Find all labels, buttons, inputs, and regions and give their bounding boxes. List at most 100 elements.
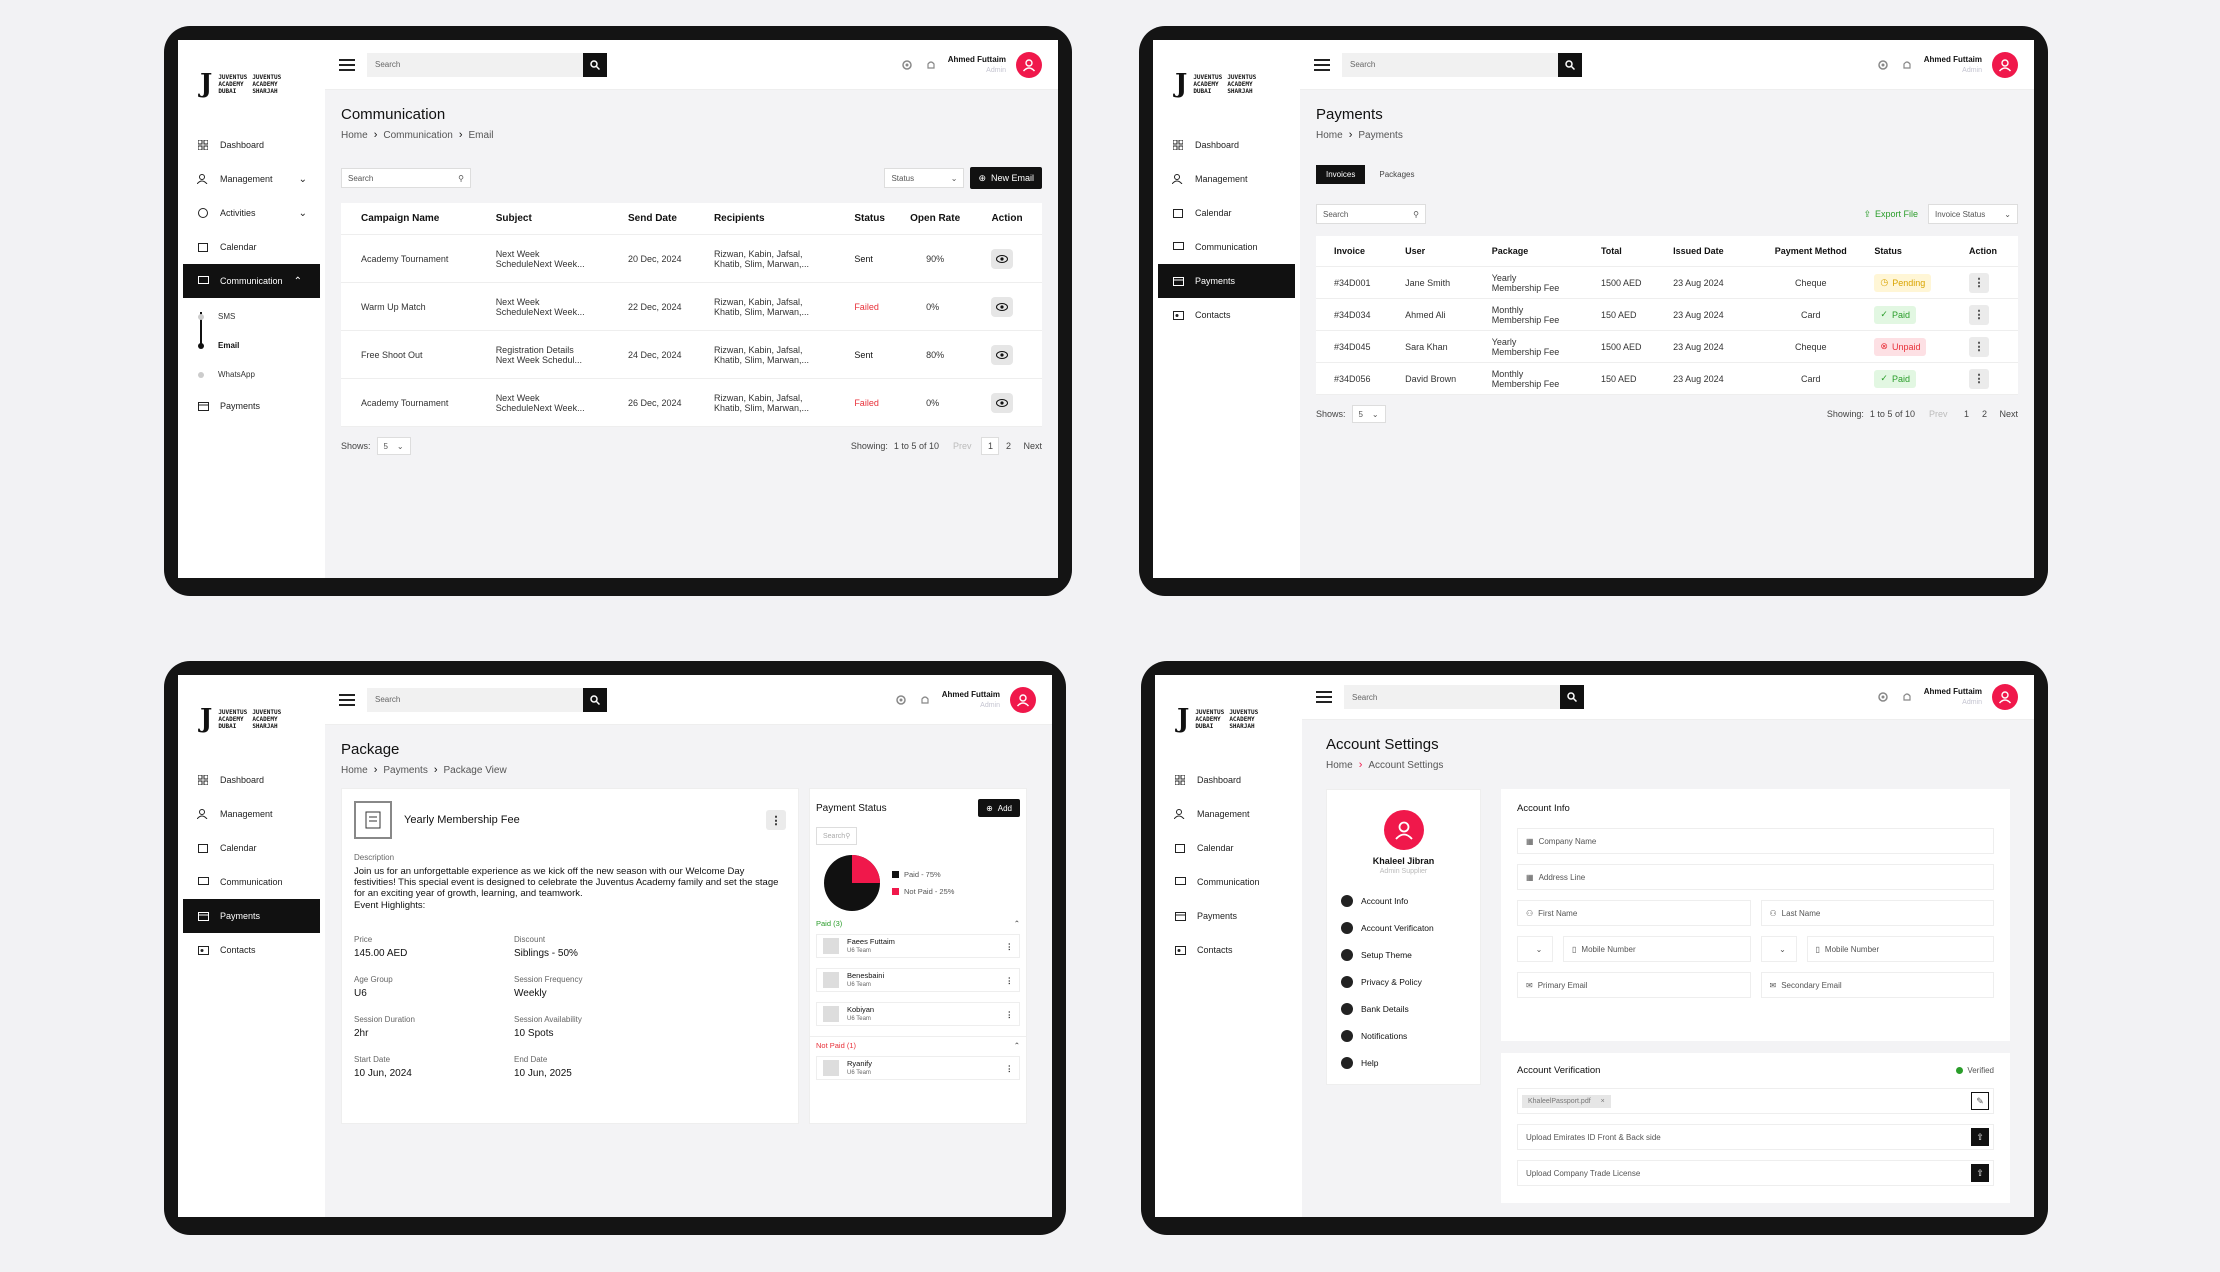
menu-icon[interactable] <box>339 58 355 71</box>
next-button[interactable]: Next <box>1023 441 1042 451</box>
more-options-button[interactable]: ⋮ <box>1969 272 1990 293</box>
col-header[interactable]: Subject <box>489 203 622 235</box>
sidebar-item-payments[interactable]: Payments <box>1155 899 1302 933</box>
last-name-input[interactable]: ⚇ Last Name <box>1760 900 1994 926</box>
sidebar-item-dashboard[interactable]: Dashboard <box>178 128 325 162</box>
sidebar-item-activities[interactable]: Activities ⌄ <box>178 196 325 230</box>
more-options-button[interactable]: ⋮ <box>1006 942 1014 951</box>
table-row[interactable]: #34D001 Jane Smith Yearly Membership Fee 150… <box>1316 266 2018 299</box>
breadcrumb-home[interactable]: Home <box>341 765 368 776</box>
settings-menu-item[interactable]: Bank Details <box>1327 995 1480 1022</box>
more-options-button[interactable]: ⋮ <box>1006 1064 1014 1073</box>
sidebar-item-management[interactable]: Management ⌄ <box>178 162 325 196</box>
search-button[interactable] <box>583 687 607 712</box>
more-options-button[interactable]: ⋮ <box>1969 336 1990 357</box>
settings-menu-item[interactable]: Privacy & Policy <box>1327 968 1480 995</box>
search-button[interactable] <box>1558 52 1582 77</box>
list-item[interactable]: Kobiyan U6 Team ⋮ <box>816 1002 1020 1026</box>
status-select[interactable]: Status ⌄ <box>884 168 965 188</box>
sidebar-item-payments[interactable]: Payments <box>1158 264 1295 298</box>
settings-menu-item[interactable]: Account Verificaton <box>1327 914 1480 941</box>
add-button[interactable]: ⊕ Add <box>978 799 1020 817</box>
table-search-input[interactable]: Search ⚲ <box>1316 204 1426 224</box>
upload-icon[interactable]: ⇧ <box>1971 1164 1989 1182</box>
avatar[interactable] <box>1992 684 2018 710</box>
export-file-button[interactable]: ⇪ Export File <box>1863 209 1918 220</box>
mobile-number-input[interactable]: ▯ Mobile Number <box>1563 936 1751 962</box>
table-row[interactable]: Academy Tournament Next Week ScheduleNext … <box>341 378 1042 427</box>
sidebar-item-calendar[interactable]: Calendar <box>178 230 325 264</box>
primary-email-input[interactable]: ✉ Primary Email <box>1517 972 1751 998</box>
tab-packages[interactable]: Packages <box>1369 165 1424 184</box>
page-2-button[interactable]: 2 <box>1975 405 1993 423</box>
bell-icon[interactable] <box>1900 690 1914 704</box>
page-size-select[interactable]: 5 ⌄ <box>1351 405 1386 423</box>
settings-menu-item[interactable]: Notifications <box>1327 1022 1480 1049</box>
sidebar-item-communication[interactable]: Communication <box>1155 865 1302 899</box>
gear-icon[interactable] <box>900 58 914 72</box>
first-name-input[interactable]: ⚇ First Name <box>1517 900 1751 926</box>
more-options-button[interactable]: ⋮ <box>1006 1010 1014 1019</box>
profile-avatar[interactable] <box>1383 810 1424 850</box>
col-header[interactable]: Package <box>1485 236 1595 267</box>
gear-icon[interactable] <box>894 693 908 707</box>
breadcrumb-home[interactable]: Home <box>341 130 368 141</box>
search-input[interactable]: Search <box>1344 685 1560 709</box>
sidebar-item-management[interactable]: Management <box>1155 797 1302 831</box>
table-row[interactable]: #34D056 David Brown Monthly Membership Fee 1… <box>1316 362 2018 395</box>
breadcrumb-home[interactable]: Home <box>1326 760 1353 771</box>
invoice-status-select[interactable]: Invoice Status ⌄ <box>1928 204 2018 224</box>
sidebar-item-contacts[interactable]: Contacts <box>1153 298 1300 332</box>
invoice-id[interactable]: #34D056 <box>1316 362 1400 395</box>
sidebar-item-management[interactable]: Management <box>1153 162 1300 196</box>
trade-license-upload-field[interactable]: Upload Company Trade License ⇧ <box>1517 1160 1994 1186</box>
sidebar-item-communication[interactable]: Communication <box>178 865 325 899</box>
sidebar-item-contacts[interactable]: Contacts <box>1155 933 1302 967</box>
eye-icon[interactable] <box>991 296 1014 317</box>
table-row[interactable]: #34D045 Sara Khan Yearly Membership Fee 1500… <box>1316 330 2018 363</box>
address-input[interactable]: ▦ Address Line <box>1517 864 1994 890</box>
bell-icon[interactable] <box>1900 58 1914 72</box>
avatar[interactable] <box>1016 51 1042 78</box>
page-1-button[interactable]: 1 <box>1957 405 1975 423</box>
col-header[interactable]: Payment Method <box>1753 236 1869 267</box>
prev-button[interactable]: Prev <box>1929 409 1948 419</box>
col-header[interactable]: Recipients <box>707 203 849 235</box>
table-row[interactable]: Free Shoot Out Registration Details Next W… <box>341 330 1042 379</box>
col-header[interactable]: Invoice <box>1316 236 1400 267</box>
gear-icon[interactable] <box>1876 690 1890 704</box>
page-2-button[interactable]: 2 <box>999 437 1017 455</box>
close-icon[interactable]: × <box>1601 1098 1605 1105</box>
table-row[interactable]: #34D034 Ahmed Ali Monthly Membership Fee 150… <box>1316 298 2018 331</box>
menu-icon[interactable] <box>1314 58 1330 71</box>
breadcrumb-payments[interactable]: Payments <box>383 765 427 776</box>
sidebar-item-payments[interactable]: Payments <box>178 389 325 423</box>
col-header[interactable]: Issued Date <box>1667 236 1754 267</box>
col-header[interactable]: Open Rate <box>904 203 986 235</box>
settings-menu-item[interactable]: Account Info <box>1327 887 1480 914</box>
new-email-button[interactable]: ⊕ New Email <box>970 167 1042 189</box>
settings-menu-item[interactable]: Setup Theme <box>1327 941 1480 968</box>
next-button[interactable]: Next <box>1999 409 2018 419</box>
avatar[interactable] <box>1010 686 1036 713</box>
list-item[interactable]: Ryanify U6 Team ⋮ <box>816 1056 1020 1080</box>
list-item[interactable]: Faees Futtaim U6 Team ⋮ <box>816 934 1020 958</box>
more-options-button[interactable]: ⋮ <box>1006 976 1014 985</box>
prev-button[interactable]: Prev <box>953 441 972 451</box>
col-header[interactable]: Campaign Name <box>341 203 490 235</box>
country-code-select[interactable]: ⌄ <box>1517 936 1553 962</box>
tab-invoices[interactable]: Invoices <box>1316 165 1366 184</box>
col-header[interactable]: Action <box>1963 236 2018 267</box>
col-header[interactable]: User <box>1399 236 1486 267</box>
sidebar-item-dashboard[interactable]: Dashboard <box>1153 128 1300 162</box>
sidebar-item-communication[interactable]: Communication ⌃ <box>183 264 320 298</box>
list-item[interactable]: Benesbaini U6 Team ⋮ <box>816 968 1020 992</box>
search-input[interactable]: Search <box>1342 52 1558 77</box>
paid-group-header[interactable]: Paid (3) ⌃ <box>810 913 1026 934</box>
not-paid-group-header[interactable]: Not Paid (1) ⌃ <box>810 1036 1026 1056</box>
sidebar-item-calendar[interactable]: Calendar <box>178 831 325 865</box>
emirates-id-upload-field[interactable]: Upload Emirates ID Front & Back side ⇧ <box>1517 1124 1994 1150</box>
table-row[interactable]: Warm Up Match Next Week ScheduleNext Week.… <box>341 282 1042 331</box>
bell-icon[interactable] <box>924 58 938 72</box>
eye-icon[interactable] <box>991 392 1014 413</box>
